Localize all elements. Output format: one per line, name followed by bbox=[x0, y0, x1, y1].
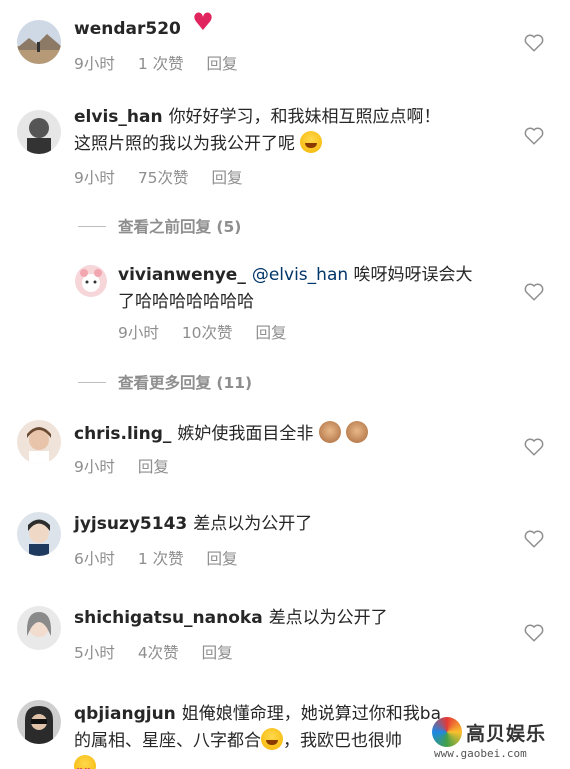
comment-text: jyjsuzy5143 差点以为公开了 bbox=[74, 511, 494, 538]
username[interactable]: qbjiangjun bbox=[74, 704, 176, 724]
username[interactable]: shichigatsu_nanoka bbox=[74, 608, 263, 628]
comment-meta: 9小时 回复 bbox=[74, 455, 187, 477]
like-heart-icon[interactable] bbox=[524, 438, 544, 456]
like-heart-icon[interactable] bbox=[524, 283, 544, 301]
avatar[interactable] bbox=[17, 110, 61, 154]
broken-heart-icon bbox=[192, 9, 216, 38]
see-no-evil-monkey-icon bbox=[346, 421, 369, 443]
avatar[interactable] bbox=[17, 512, 61, 556]
view-more-replies[interactable]: 查看更多回复 (11) bbox=[78, 371, 252, 393]
reply-meta: 9小时 10次赞 回复 bbox=[118, 321, 305, 343]
view-more-label[interactable]: 查看更多回复 (11) bbox=[118, 371, 252, 393]
comment-text: qbjiangjun 姐俺娘懂命理，她说算过你和我ba 的属相、星座、八字都合 ，我… bbox=[74, 701, 494, 769]
reply-text: vivianwenye_ @elvis_han 唉呀妈呀误会大 了哈哈哈哈哈哈哈 bbox=[118, 262, 498, 316]
comment-text: wendar520 bbox=[74, 9, 494, 43]
timestamp: 5小时 bbox=[74, 644, 115, 662]
comment-text: chris.ling_ 嫉妒使我面目全非 bbox=[74, 421, 494, 448]
reply-button[interactable]: 回复 bbox=[207, 55, 238, 73]
comment-body-3: ，我欧巴也很帅 bbox=[283, 731, 402, 751]
watermark-logo-icon bbox=[432, 717, 462, 747]
laughing-emoji-icon bbox=[261, 728, 283, 750]
comment-meta: 9小时 75次赞 回复 bbox=[74, 166, 261, 188]
comment-body-2: 这照片照的我以为我公开了呢 bbox=[74, 134, 295, 154]
comment-meta: 6小时 1 次赞 回复 bbox=[74, 547, 256, 569]
username[interactable]: elvis_han bbox=[74, 107, 163, 127]
comment-meta: 9小时 1 次赞 回复 bbox=[74, 52, 256, 74]
like-heart-icon[interactable] bbox=[524, 530, 544, 548]
comment-text: elvis_han 你好好学习，和我妹相互照应点啊！ 这照片照的我以为我公开了呢 bbox=[74, 104, 494, 158]
avatar[interactable] bbox=[75, 265, 107, 297]
reply-button[interactable]: 回复 bbox=[255, 324, 286, 342]
comment-text: shichigatsu_nanoka 差点以为公开了 bbox=[74, 605, 494, 632]
avatar[interactable] bbox=[17, 606, 61, 650]
comment-body-2: 的属相、星座、八字都合 bbox=[74, 731, 261, 751]
divider bbox=[78, 225, 106, 227]
reply-body-2: 了哈哈哈哈哈哈哈 bbox=[118, 292, 254, 312]
comment-body: 嫉妒使我面目全非 bbox=[177, 424, 314, 444]
timestamp: 9小时 bbox=[74, 55, 115, 73]
reply-button[interactable]: 回复 bbox=[207, 550, 238, 568]
like-heart-icon[interactable] bbox=[524, 34, 544, 52]
view-previous-label[interactable]: 查看之前回复 (5) bbox=[118, 215, 241, 237]
comment-body: 差点以为公开了 bbox=[193, 514, 313, 534]
username[interactable]: vivianwenye_ bbox=[118, 265, 246, 285]
comment-body: 你好好学习，和我妹相互照应点啊！ bbox=[168, 107, 441, 127]
likes-count[interactable]: 1 次赞 bbox=[138, 550, 184, 568]
comment-meta: 5小时 4次赞 回复 bbox=[74, 641, 251, 663]
likes-count[interactable]: 4次赞 bbox=[138, 644, 179, 662]
comment-body: 差点以为公开了 bbox=[268, 608, 388, 628]
username[interactable]: wendar520 bbox=[74, 19, 181, 39]
timestamp: 6小时 bbox=[74, 550, 115, 568]
reply-button[interactable]: 回复 bbox=[202, 644, 233, 662]
like-heart-icon[interactable] bbox=[524, 127, 544, 145]
like-heart-icon[interactable] bbox=[524, 624, 544, 642]
comment-body: 姐俺娘懂命理，她说算过你和我 bbox=[181, 704, 420, 724]
heart-eyes-emoji-icon bbox=[74, 755, 96, 769]
site-watermark: 高贝娱乐 www.gaobei.com bbox=[432, 713, 562, 763]
avatar[interactable] bbox=[17, 700, 61, 744]
avatar[interactable] bbox=[17, 420, 61, 464]
view-previous-replies[interactable]: 查看之前回复 (5) bbox=[78, 215, 241, 237]
username[interactable]: jyjsuzy5143 bbox=[74, 514, 187, 534]
see-no-evil-monkey-icon bbox=[318, 421, 341, 443]
reply-button[interactable]: 回复 bbox=[211, 169, 242, 187]
reply-button[interactable]: 回复 bbox=[138, 458, 169, 476]
likes-count[interactable]: 75次赞 bbox=[138, 169, 189, 187]
watermark-text: 高贝娱乐 bbox=[466, 723, 547, 745]
reply-body: 唉呀妈呀误会大 bbox=[353, 265, 473, 285]
divider bbox=[78, 381, 106, 383]
username[interactable]: chris.ling_ bbox=[74, 424, 171, 444]
timestamp: 9小时 bbox=[74, 458, 115, 476]
watermark-url: www.gaobei.com bbox=[434, 747, 527, 760]
timestamp: 9小时 bbox=[74, 169, 115, 187]
timestamp: 9小时 bbox=[118, 324, 159, 342]
laughing-emoji-icon bbox=[300, 131, 323, 153]
likes-count[interactable]: 1 次赞 bbox=[138, 55, 184, 73]
likes-count[interactable]: 10次赞 bbox=[182, 324, 233, 342]
mention-link[interactable]: @elvis_han bbox=[252, 265, 348, 285]
avatar[interactable] bbox=[17, 20, 61, 64]
